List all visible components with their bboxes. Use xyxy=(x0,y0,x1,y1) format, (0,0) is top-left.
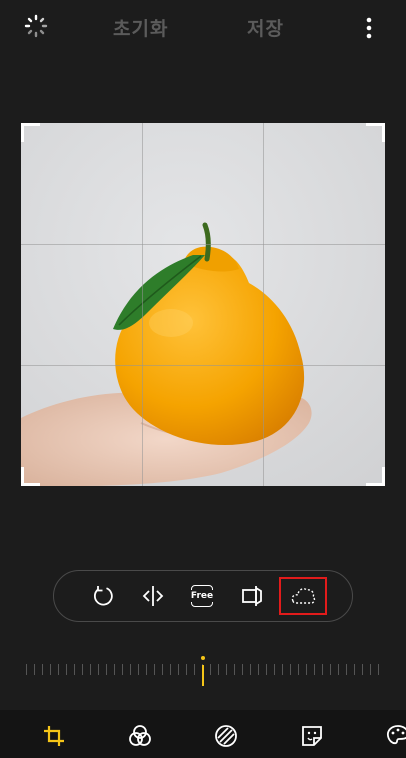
photo-image xyxy=(21,123,385,486)
ruler-tick xyxy=(170,664,171,675)
flip-horizontal-icon xyxy=(142,586,164,606)
ruler-tick xyxy=(258,664,259,675)
ruler-tick xyxy=(362,664,363,675)
ruler-tick xyxy=(370,664,371,675)
ruler-tick xyxy=(266,664,267,675)
ruler-tick xyxy=(90,664,91,675)
ruler-tick xyxy=(34,664,35,675)
ruler-tick xyxy=(242,664,243,675)
auto-crop-icon[interactable] xyxy=(24,14,48,38)
ruler-tick xyxy=(122,664,123,675)
grid-line xyxy=(263,123,264,486)
crop-toolbar: Free xyxy=(53,570,353,622)
ruler-tick xyxy=(378,664,379,675)
nav-filter[interactable] xyxy=(126,722,154,750)
ruler-tick xyxy=(154,664,155,675)
grid-line xyxy=(21,365,385,366)
ruler-tick xyxy=(106,664,107,675)
ruler-tick xyxy=(162,664,163,675)
ruler-tick xyxy=(146,664,147,675)
ruler-tick xyxy=(42,664,43,675)
lasso-button[interactable] xyxy=(279,577,327,615)
flip-button[interactable] xyxy=(136,579,170,613)
free-ratio-label: Free xyxy=(189,590,215,602)
ruler-tick xyxy=(218,664,219,675)
ruler-tick xyxy=(290,664,291,675)
adjust-icon xyxy=(215,725,237,747)
nav-adjust[interactable] xyxy=(212,722,240,750)
bottom-nav xyxy=(0,710,406,758)
grid-line xyxy=(142,123,143,486)
ruler-tick xyxy=(210,664,211,675)
ruler-indicator-dot xyxy=(201,656,205,660)
ruler-tick xyxy=(322,664,323,675)
ruler-indicator[interactable] xyxy=(202,665,204,686)
palette-icon xyxy=(386,725,406,745)
ruler-tick xyxy=(354,664,355,675)
ruler-tick xyxy=(186,664,187,675)
nav-sticker[interactable] xyxy=(298,722,326,750)
ruler-tick xyxy=(74,664,75,675)
ruler-tick xyxy=(314,664,315,675)
ruler-tick xyxy=(194,664,195,675)
ruler-tick xyxy=(346,664,347,675)
ruler-tick xyxy=(98,664,99,675)
ruler-tick xyxy=(298,664,299,675)
ruler-tick xyxy=(306,664,307,675)
ruler-tick xyxy=(58,664,59,675)
rotate-icon xyxy=(93,586,113,606)
ruler-tick xyxy=(234,664,235,675)
ruler-tick xyxy=(66,664,67,675)
crop-handle-top-left[interactable] xyxy=(21,123,40,142)
nav-palette[interactable] xyxy=(384,722,406,750)
rotate-button[interactable] xyxy=(86,579,120,613)
ruler-tick xyxy=(26,664,27,675)
ruler-tick xyxy=(282,664,283,675)
ruler-tick xyxy=(82,664,83,675)
more-vertical-icon[interactable] xyxy=(362,16,376,40)
ruler-tick xyxy=(138,664,139,675)
straighten-ruler[interactable] xyxy=(26,652,380,688)
ruler-tick xyxy=(274,664,275,675)
crop-icon xyxy=(44,726,64,746)
reset-button[interactable]: 초기화 xyxy=(113,14,168,41)
free-ratio-button[interactable]: Free xyxy=(185,579,219,613)
ruler-tick xyxy=(114,664,115,675)
sticker-icon xyxy=(302,726,322,746)
ruler-tick xyxy=(50,664,51,675)
perspective-icon xyxy=(242,586,262,606)
top-bar: 초기화 저장 xyxy=(0,0,406,56)
save-button[interactable]: 저장 xyxy=(247,14,284,41)
ruler-tick xyxy=(178,664,179,675)
perspective-button[interactable] xyxy=(235,579,269,613)
ruler-tick xyxy=(250,664,251,675)
lasso-icon xyxy=(291,588,316,604)
grid-line xyxy=(21,244,385,245)
ruler-tick xyxy=(330,664,331,675)
crop-handle-bottom-left[interactable] xyxy=(21,467,40,486)
free-ratio-icon: Free xyxy=(189,584,215,608)
photo-crop-area[interactable] xyxy=(21,123,385,486)
nav-crop[interactable] xyxy=(40,722,68,750)
crop-handle-top-right[interactable] xyxy=(366,123,385,142)
ruler-tick xyxy=(226,664,227,675)
crop-handle-bottom-right[interactable] xyxy=(366,467,385,486)
ruler-tick xyxy=(130,664,131,675)
ruler-tick xyxy=(338,664,339,675)
filter-icon xyxy=(129,725,151,746)
